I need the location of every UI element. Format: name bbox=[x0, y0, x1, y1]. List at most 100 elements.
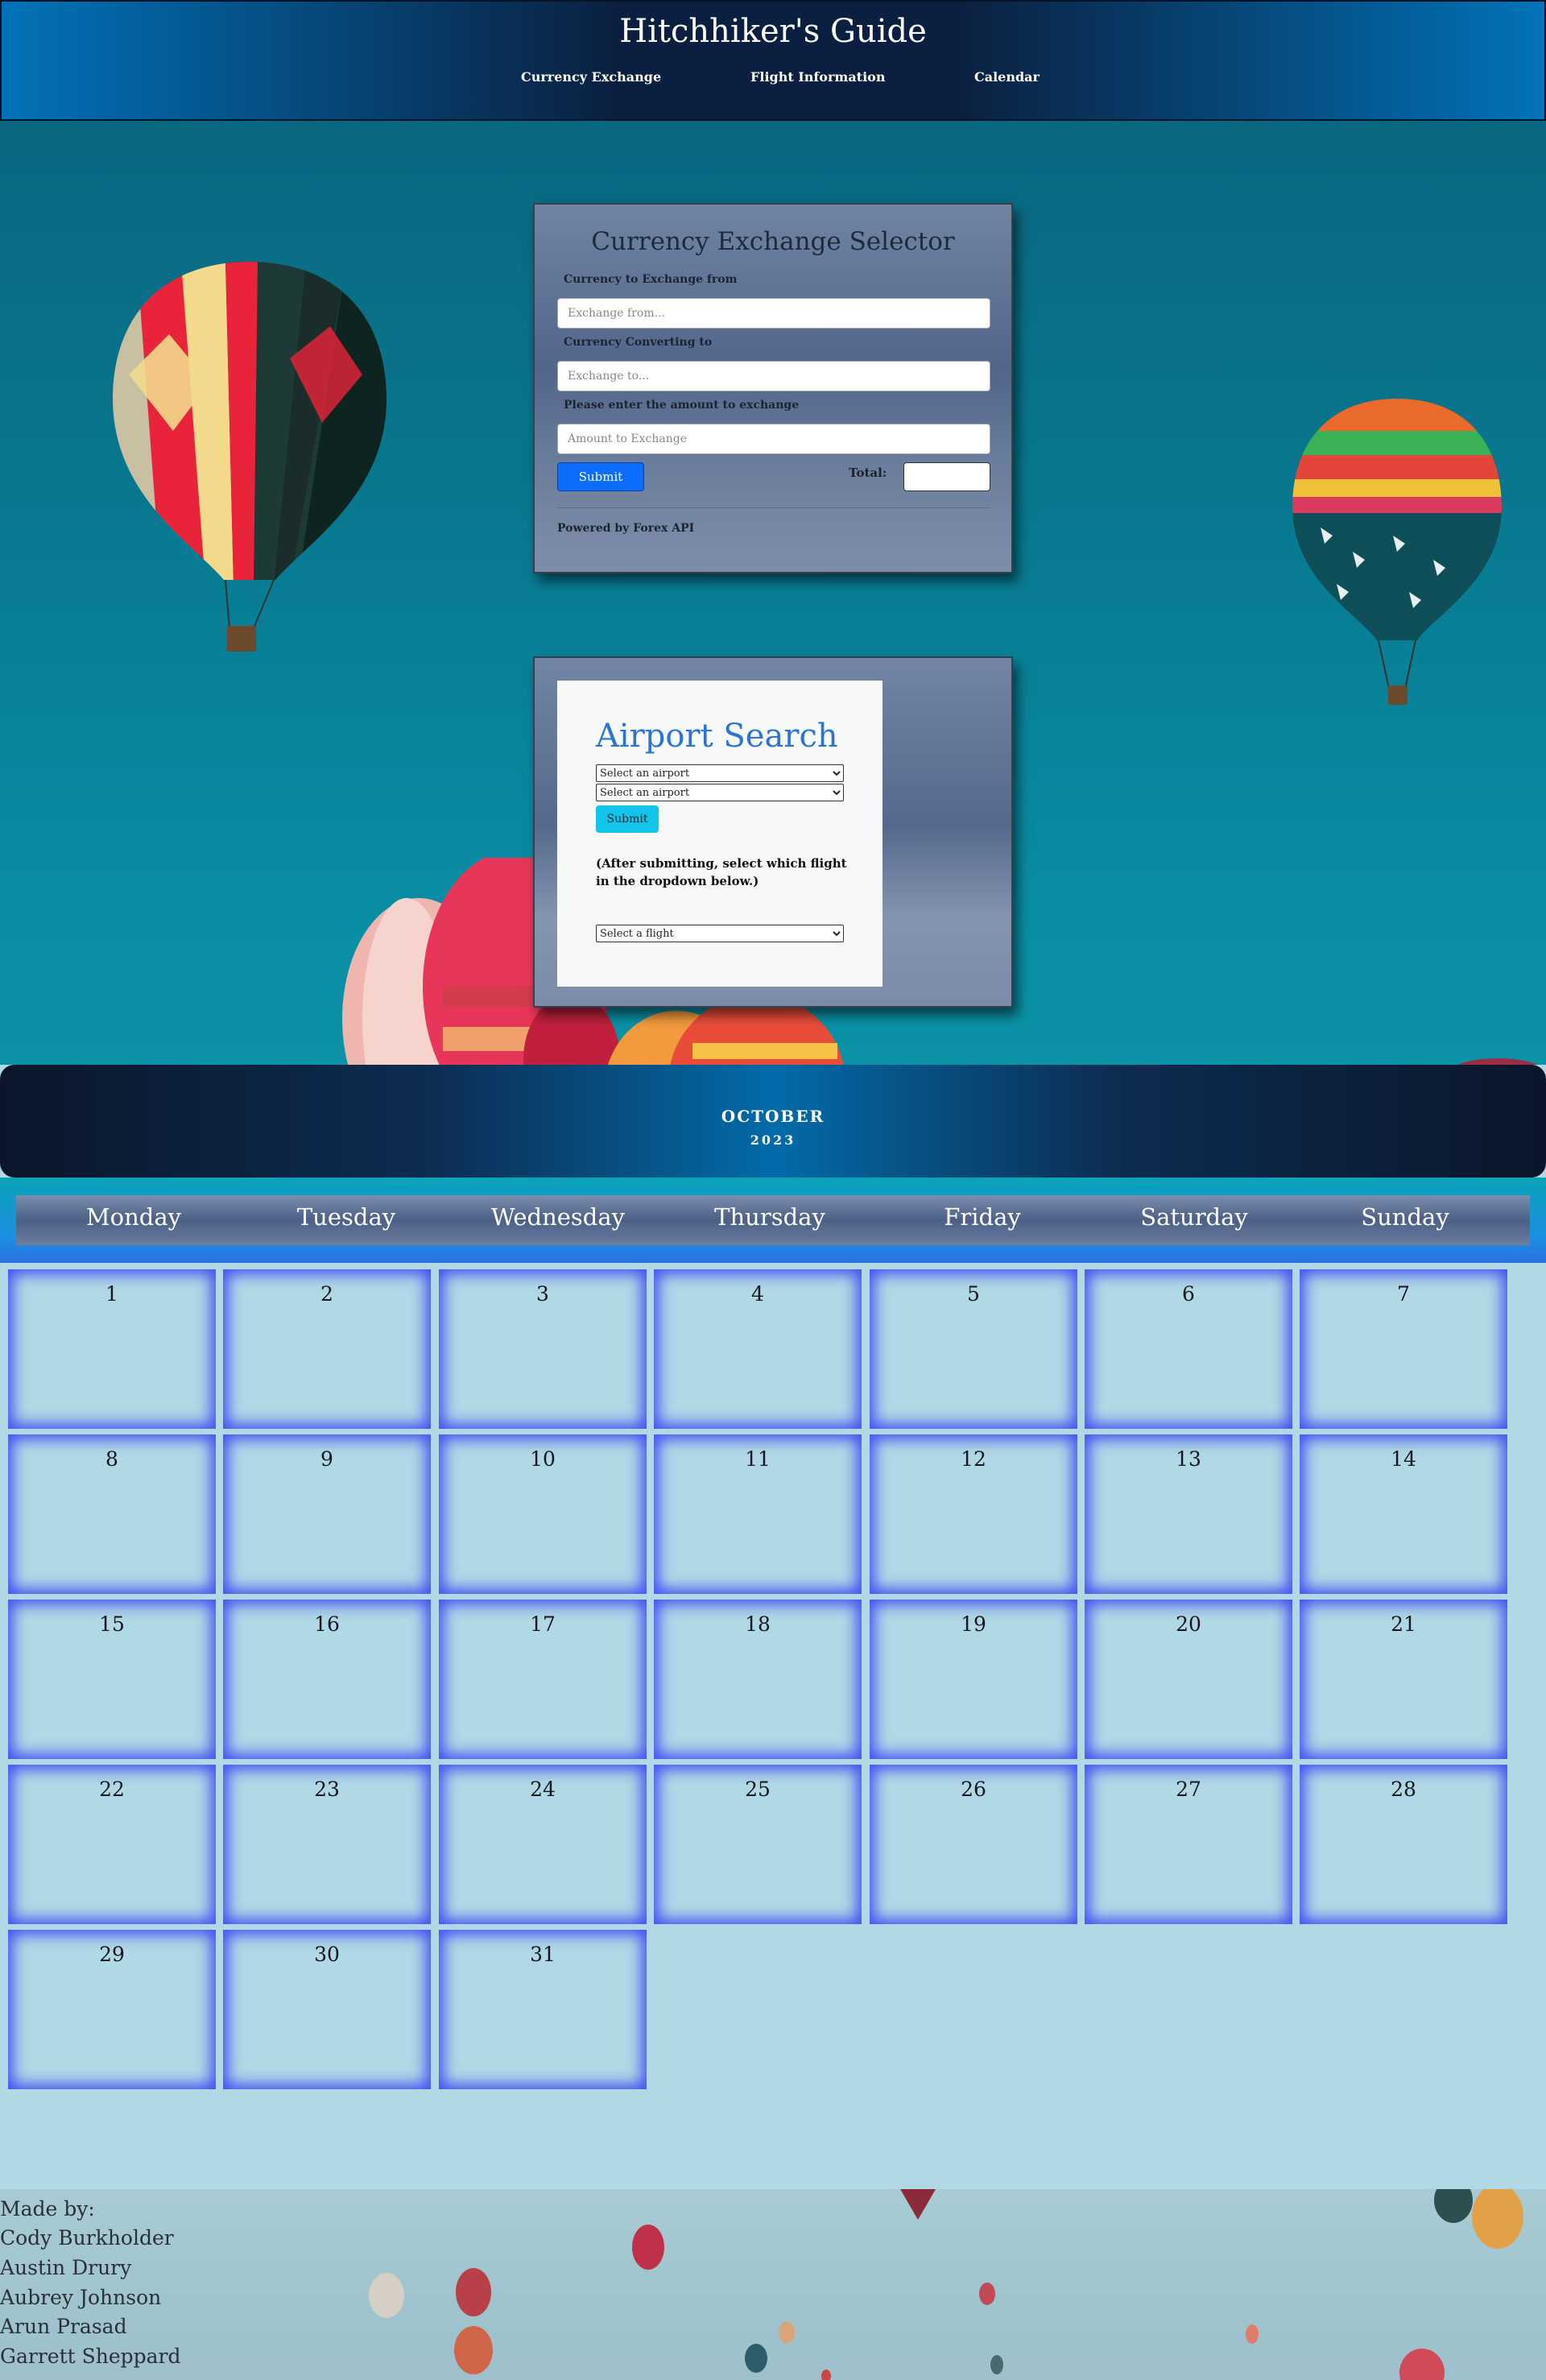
weekday-monday: Monday bbox=[85, 1203, 182, 1231]
month-year: 2023 bbox=[750, 1132, 796, 1148]
calendar-day-number: 24 bbox=[530, 1778, 556, 1801]
calendar-day-number: 26 bbox=[961, 1778, 986, 1801]
author-name: Garrett Sheppard bbox=[0, 2345, 181, 2368]
calendar-day-number: 23 bbox=[314, 1778, 340, 1801]
calendar-day-number: 18 bbox=[745, 1612, 771, 1636]
hot-air-balloon-image bbox=[113, 262, 386, 652]
amount-input[interactable] bbox=[557, 424, 990, 454]
weekday-tuesday: Tuesday bbox=[296, 1203, 396, 1231]
calendar-day-cell[interactable]: 10 bbox=[439, 1434, 647, 1594]
calendar-day-cell[interactable]: 1 bbox=[8, 1269, 216, 1429]
calendar-day-cell[interactable]: 15 bbox=[8, 1600, 216, 1759]
calendar-day-cell[interactable]: 22 bbox=[8, 1765, 216, 1924]
calendar-day-cell[interactable]: 23 bbox=[223, 1765, 431, 1924]
currency-from-label: Currency to Exchange from bbox=[564, 273, 738, 286]
airport-submit-button[interactable]: Submit bbox=[596, 805, 659, 833]
calendar-day-cell[interactable]: 3 bbox=[439, 1269, 647, 1429]
calendar-day-cell[interactable]: 17 bbox=[439, 1600, 647, 1759]
calendar-day-cell[interactable]: 24 bbox=[439, 1765, 647, 1924]
calendar-grid: 1 2 3 4 5 6 7 8 9 10 11 12 13 14 15 16 17 18 19 20 21 22 23 24 2… bbox=[0, 1263, 1546, 2189]
currency-exchange-card: Currency Exchange Selector Currency to E… bbox=[533, 203, 1013, 573]
author-name: Arun Prasad bbox=[0, 2315, 127, 2338]
calendar-day-cell[interactable]: 12 bbox=[870, 1434, 1077, 1594]
airport-search-title: Airport Search bbox=[596, 718, 838, 755]
calendar-day-cell[interactable]: 20 bbox=[1085, 1600, 1292, 1759]
calendar-day-cell[interactable]: 8 bbox=[8, 1434, 216, 1594]
calendar-day-cell[interactable]: 2 bbox=[223, 1269, 431, 1429]
currency-to-label: Currency Converting to bbox=[564, 336, 713, 349]
currency-to-input[interactable] bbox=[557, 361, 990, 391]
flight-select[interactable]: Select a flight bbox=[596, 925, 844, 942]
hot-air-balloon-image bbox=[1457, 1058, 1538, 1065]
nav-link-currency-exchange[interactable]: Currency Exchange bbox=[521, 69, 661, 85]
calendar-day-number: 17 bbox=[530, 1612, 556, 1636]
hot-air-balloon-image bbox=[1292, 399, 1502, 705]
calendar-day-number: 1 bbox=[105, 1282, 118, 1306]
calendar-day-cell[interactable]: 14 bbox=[1300, 1434, 1507, 1594]
divider bbox=[557, 507, 989, 508]
calendar-day-cell[interactable]: 19 bbox=[870, 1600, 1077, 1759]
weekday-header: Monday Tuesday Wednesday Thursday Friday… bbox=[16, 1195, 1530, 1245]
calendar-day-number: 30 bbox=[314, 1943, 340, 1966]
calendar-day-number: 8 bbox=[105, 1447, 118, 1471]
calendar-day-cell[interactable]: 25 bbox=[654, 1765, 862, 1924]
weekday-wednesday: Wednesday bbox=[490, 1203, 626, 1231]
calendar-month-banner: OCTOBER 2023 bbox=[0, 1065, 1546, 1178]
calendar-day-number: 6 bbox=[1182, 1282, 1195, 1306]
calendar-day-cell[interactable]: 26 bbox=[870, 1765, 1077, 1924]
total-output-field bbox=[903, 462, 990, 491]
calendar-day-cell[interactable]: 4 bbox=[654, 1269, 862, 1429]
calendar-day-number: 31 bbox=[530, 1943, 556, 1966]
calendar-day-number: 5 bbox=[967, 1282, 980, 1306]
calendar-day-cell[interactable]: 6 bbox=[1085, 1269, 1292, 1429]
airport-instructions: (After submitting, select which flight i… bbox=[596, 856, 847, 888]
calendar-day-number: 19 bbox=[961, 1612, 986, 1636]
calendar-day-number: 10 bbox=[530, 1447, 556, 1471]
calendar-day-cell[interactable]: 16 bbox=[223, 1600, 431, 1759]
month-name: OCTOBER bbox=[721, 1107, 825, 1126]
calendar-day-cell[interactable]: 21 bbox=[1300, 1600, 1507, 1759]
calendar-day-cell[interactable]: 11 bbox=[654, 1434, 862, 1594]
nav-link-flight-information[interactable]: Flight Information bbox=[750, 69, 885, 85]
calendar-day-number: 2 bbox=[320, 1282, 333, 1306]
footer: Made by: Cody Burkholder Austin Drury Au… bbox=[0, 2189, 1546, 2380]
amount-label: Please enter the amount to exchange bbox=[564, 399, 800, 412]
calendar-day-number: 13 bbox=[1176, 1447, 1201, 1471]
calendar-day-number: 25 bbox=[745, 1778, 771, 1801]
currency-submit-button[interactable]: Submit bbox=[557, 462, 644, 491]
calendar-day-number: 29 bbox=[99, 1943, 125, 1966]
currency-from-input[interactable] bbox=[557, 298, 990, 329]
calendar-day-cell[interactable]: 9 bbox=[223, 1434, 431, 1594]
total-label: Total: bbox=[849, 466, 887, 480]
author-name: Cody Burkholder bbox=[0, 2226, 174, 2250]
credits-heading: Made by: bbox=[0, 2197, 95, 2221]
origin-airport-select[interactable]: Select an airport bbox=[596, 764, 844, 782]
calendar-day-cell[interactable]: 18 bbox=[654, 1600, 862, 1759]
calendar-day-number: 14 bbox=[1391, 1447, 1416, 1471]
calendar-day-cell[interactable]: 30 bbox=[223, 1930, 431, 2089]
calendar-day-cell[interactable]: 5 bbox=[870, 1269, 1077, 1429]
calendar-day-cell[interactable]: 29 bbox=[8, 1930, 216, 2089]
calendar-day-number: 20 bbox=[1176, 1612, 1201, 1636]
calendar-day-number: 27 bbox=[1176, 1778, 1201, 1801]
calendar-day-cell[interactable]: 27 bbox=[1085, 1765, 1292, 1924]
author-name: Aubrey Johnson bbox=[0, 2286, 162, 2309]
calendar-day-number: 4 bbox=[751, 1282, 764, 1306]
site-header: Hitchhiker's Guide Currency Exchange Fli… bbox=[0, 0, 1546, 121]
powered-by-text: Powered by Forex API bbox=[557, 522, 695, 535]
calendar-day-cell[interactable]: 31 bbox=[439, 1930, 647, 2089]
site-title: Hitchhiker's Guide bbox=[619, 13, 927, 50]
balloons-background-image bbox=[369, 2189, 1523, 2380]
calendar-day-cell[interactable]: 13 bbox=[1085, 1434, 1292, 1594]
calendar-day-number: 7 bbox=[1397, 1282, 1410, 1306]
nav-link-calendar[interactable]: Calendar bbox=[974, 69, 1040, 85]
airport-search-panel: Airport Search Select an airport Select … bbox=[557, 681, 883, 987]
calendar-day-number: 9 bbox=[320, 1447, 333, 1471]
weekday-sunday: Sunday bbox=[1361, 1203, 1449, 1231]
calendar-day-cell[interactable]: 28 bbox=[1300, 1765, 1507, 1924]
calendar-day-number: 12 bbox=[961, 1447, 986, 1471]
currency-exchange-title: Currency Exchange Selector bbox=[591, 227, 955, 256]
calendar-day-cell[interactable]: 7 bbox=[1300, 1269, 1507, 1429]
destination-airport-select[interactable]: Select an airport bbox=[596, 784, 844, 801]
calendar-day-number: 22 bbox=[99, 1778, 125, 1801]
